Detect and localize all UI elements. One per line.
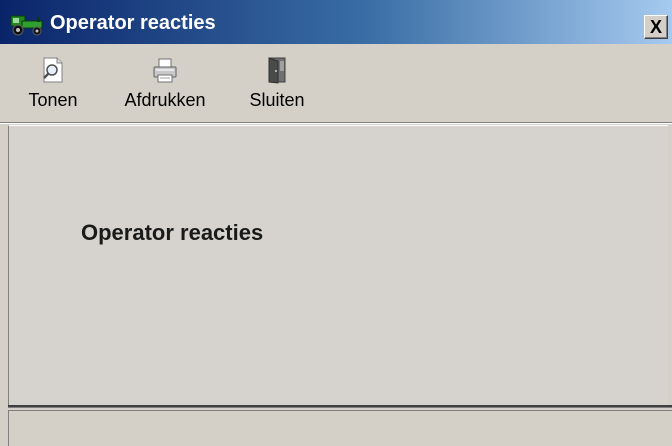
show-button[interactable]: Tonen bbox=[20, 44, 86, 118]
toolbar: Tonen Afdrukken Sluiten bbox=[0, 44, 672, 122]
toolbar-divider bbox=[0, 122, 672, 124]
print-button[interactable]: Afdrukken bbox=[112, 44, 218, 118]
window-title: Operator reacties bbox=[50, 12, 216, 34]
report-window: Operator reacties X Tonen Afdrukken Slui… bbox=[0, 0, 672, 446]
close-report-button-label: Sluiten bbox=[249, 90, 305, 110]
report-heading: Operator reacties bbox=[81, 220, 264, 245]
preview-magnifier-icon bbox=[40, 56, 66, 84]
close-report-button[interactable]: Sluiten bbox=[242, 44, 312, 118]
status-bar bbox=[8, 410, 672, 446]
show-button-label: Tonen bbox=[28, 90, 78, 110]
close-button[interactable]: X bbox=[644, 15, 668, 39]
exit-door-icon bbox=[264, 56, 290, 84]
printer-icon bbox=[152, 56, 178, 84]
close-icon: X bbox=[649, 17, 662, 37]
preview-bottom-edge bbox=[8, 405, 672, 408]
print-button-label: Afdrukken bbox=[124, 90, 206, 110]
tractor-icon bbox=[10, 14, 44, 36]
title-bar[interactable]: Operator reacties X bbox=[0, 0, 672, 44]
report-preview-area[interactable]: Operator reacties bbox=[8, 125, 668, 406]
